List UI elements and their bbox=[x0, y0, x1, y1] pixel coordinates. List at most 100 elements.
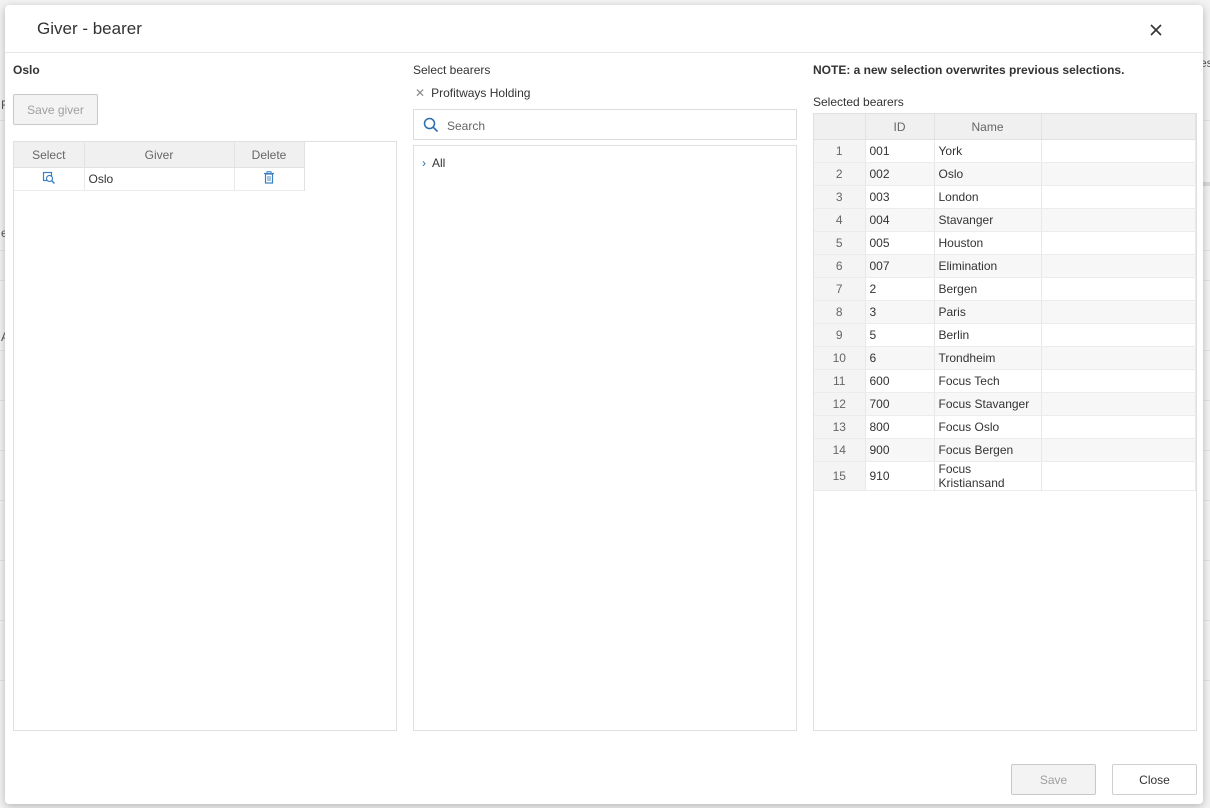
column-header-delete[interactable]: Delete bbox=[234, 142, 305, 168]
selected-tag-label: Profitways Holding bbox=[431, 86, 531, 100]
table-row[interactable]: 4 004 Stavanger bbox=[814, 208, 1196, 232]
select-search-icon[interactable] bbox=[42, 171, 56, 188]
row-number: 12 bbox=[814, 392, 866, 416]
filler-cell bbox=[1041, 346, 1196, 370]
column-header-giver[interactable]: Giver bbox=[84, 142, 235, 168]
remove-tag-icon[interactable]: ✕ bbox=[415, 86, 425, 100]
table-row[interactable]: 6 007 Elimination bbox=[814, 254, 1196, 278]
filler-cell bbox=[1041, 438, 1196, 462]
giver-panel-title: Oslo bbox=[13, 63, 40, 77]
filler-cell bbox=[1041, 323, 1196, 347]
bearer-id-cell: 003 bbox=[865, 185, 935, 209]
close-icon[interactable] bbox=[1143, 17, 1169, 43]
row-number: 6 bbox=[814, 254, 866, 278]
giver-table: Select Giver Delete Oslo bbox=[14, 142, 305, 191]
table-row[interactable]: 10 6 Trondheim bbox=[814, 346, 1196, 370]
bearer-name-cell: Focus Tech bbox=[934, 369, 1042, 393]
filler-cell bbox=[1041, 139, 1196, 163]
bearer-id-cell: 600 bbox=[865, 369, 935, 393]
table-row[interactable]: 5 005 Houston bbox=[814, 231, 1196, 255]
row-number: 13 bbox=[814, 415, 866, 439]
bearer-id-cell: 6 bbox=[865, 346, 935, 370]
table-row[interactable]: 8 3 Paris bbox=[814, 300, 1196, 324]
bearer-name-cell: Paris bbox=[934, 300, 1042, 324]
filler-cell bbox=[1041, 231, 1196, 255]
table-row[interactable]: 9 5 Berlin bbox=[814, 323, 1196, 347]
save-button[interactable]: Save bbox=[1011, 764, 1096, 795]
giver-bearer-dialog: Giver - bearer Oslo Save giver Select Gi… bbox=[5, 5, 1203, 804]
filler-cell bbox=[1041, 208, 1196, 232]
bearer-id-cell: 910 bbox=[865, 461, 935, 491]
column-header-select[interactable]: Select bbox=[14, 142, 85, 168]
column-header-rownum bbox=[814, 114, 866, 140]
tree-node-label: All bbox=[432, 156, 446, 170]
table-row[interactable]: 12 700 Focus Stavanger bbox=[814, 392, 1196, 416]
selected-bearers-panel: ID Name 1 001 York 2 002 Oslo 3 003 London 4 004 St… bbox=[813, 113, 1197, 731]
bearer-tree-panel: › All bbox=[413, 145, 797, 731]
bearer-name-cell: Focus Oslo bbox=[934, 415, 1042, 439]
giver-cell: Oslo bbox=[84, 167, 235, 191]
bearer-name-cell: Oslo bbox=[934, 162, 1042, 186]
table-row[interactable]: 3 003 London bbox=[814, 185, 1196, 209]
row-number: 7 bbox=[814, 277, 866, 301]
bearer-name-cell: Focus Bergen bbox=[934, 438, 1042, 462]
table-row[interactable]: 2 002 Oslo bbox=[814, 162, 1196, 186]
table-row[interactable]: 7 2 Bergen bbox=[814, 277, 1196, 301]
filler-cell bbox=[1041, 162, 1196, 186]
bearer-name-cell: Elimination bbox=[934, 254, 1042, 278]
row-number: 14 bbox=[814, 438, 866, 462]
bearer-id-cell: 3 bbox=[865, 300, 935, 324]
bearer-id-cell: 2 bbox=[865, 277, 935, 301]
table-row[interactable]: 13 800 Focus Oslo bbox=[814, 415, 1196, 439]
row-number: 4 bbox=[814, 208, 866, 232]
bearer-id-cell: 800 bbox=[865, 415, 935, 439]
table-row[interactable]: 1 001 York bbox=[814, 139, 1196, 163]
bearer-id-cell: 900 bbox=[865, 438, 935, 462]
column-header-filler bbox=[1041, 114, 1196, 140]
row-number: 11 bbox=[814, 369, 866, 393]
bearer-name-cell: Bergen bbox=[934, 277, 1042, 301]
bearer-id-cell: 001 bbox=[865, 139, 935, 163]
chevron-right-icon[interactable]: › bbox=[422, 156, 426, 170]
selected-tag: ✕ Profitways Holding bbox=[415, 86, 530, 100]
column-header-name[interactable]: Name bbox=[934, 114, 1042, 140]
selection-note: NOTE: a new selection overwrites previou… bbox=[813, 63, 1125, 77]
bearer-name-cell: Focus Kristiansand bbox=[934, 461, 1042, 491]
search-box bbox=[413, 109, 797, 140]
row-number: 3 bbox=[814, 185, 866, 209]
filler-cell bbox=[1041, 461, 1196, 491]
column-header-id[interactable]: ID bbox=[865, 114, 935, 140]
bearer-id-cell: 005 bbox=[865, 231, 935, 255]
filler-cell bbox=[1041, 277, 1196, 301]
table-row[interactable]: Oslo bbox=[14, 167, 305, 191]
row-number: 8 bbox=[814, 300, 866, 324]
bearer-id-cell: 700 bbox=[865, 392, 935, 416]
select-cell[interactable] bbox=[14, 167, 85, 191]
bg-scroll-hint bbox=[1203, 182, 1210, 186]
filler-cell bbox=[1041, 254, 1196, 278]
close-button[interactable]: Close bbox=[1112, 764, 1197, 795]
row-number: 2 bbox=[814, 162, 866, 186]
filler-cell bbox=[1041, 415, 1196, 439]
filler-cell bbox=[1041, 369, 1196, 393]
row-number: 9 bbox=[814, 323, 866, 347]
table-row[interactable]: 15 910 Focus Kristiansand bbox=[814, 461, 1196, 491]
row-number: 5 bbox=[814, 231, 866, 255]
dialog-title: Giver - bearer bbox=[37, 19, 142, 38]
dialog-header: Giver - bearer bbox=[5, 5, 1203, 53]
bearer-name-cell: Houston bbox=[934, 231, 1042, 255]
table-divider bbox=[304, 142, 305, 191]
bearer-id-cell: 007 bbox=[865, 254, 935, 278]
save-giver-button[interactable]: Save giver bbox=[13, 94, 98, 125]
table-row[interactable]: 14 900 Focus Bergen bbox=[814, 438, 1196, 462]
giver-table-panel: Select Giver Delete Oslo bbox=[13, 141, 397, 731]
trash-icon[interactable] bbox=[263, 171, 275, 187]
search-input[interactable] bbox=[445, 116, 779, 136]
bearer-name-cell: Stavanger bbox=[934, 208, 1042, 232]
row-number: 1 bbox=[814, 139, 866, 163]
delete-cell[interactable] bbox=[234, 167, 305, 191]
tree-node-all[interactable]: › All bbox=[422, 156, 445, 170]
table-row[interactable]: 11 600 Focus Tech bbox=[814, 369, 1196, 393]
bearer-id-cell: 002 bbox=[865, 162, 935, 186]
row-number: 10 bbox=[814, 346, 866, 370]
